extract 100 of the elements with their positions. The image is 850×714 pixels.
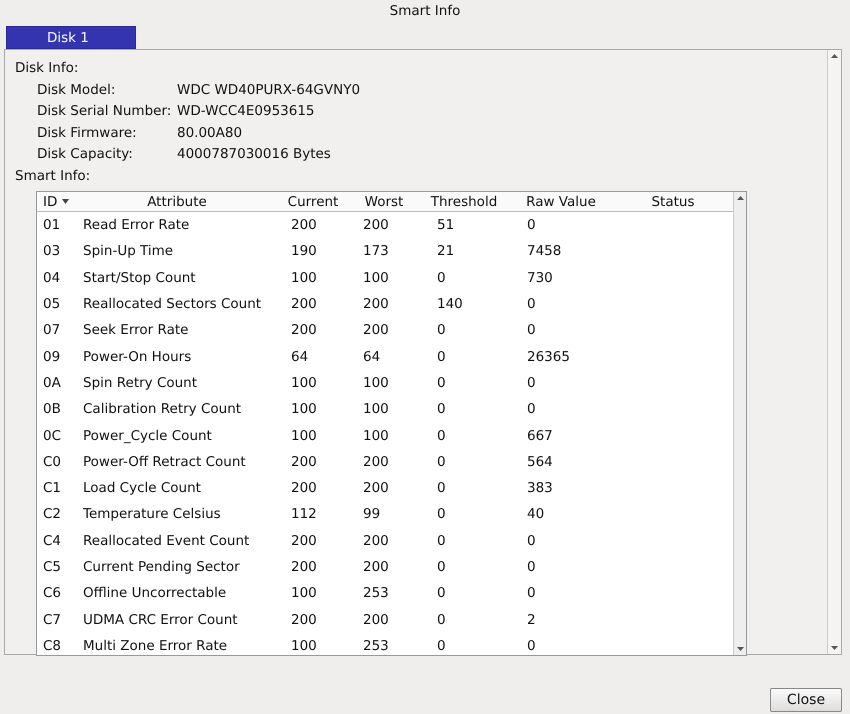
scroll-up-icon[interactable] xyxy=(831,54,838,58)
column-header[interactable]: Threshold xyxy=(419,192,509,211)
section-heading: Disk Info: xyxy=(15,59,80,78)
table-cell-text: 64 xyxy=(290,348,310,365)
field-label: Disk Model: xyxy=(37,80,116,100)
field-value: 80.00A80 xyxy=(177,124,244,142)
table-cell-text: 2 xyxy=(526,612,537,628)
table-cell-text: 200 xyxy=(290,296,318,312)
table-cell-text: Power_Cycle Count xyxy=(82,428,213,444)
column-header[interactable]: Worst xyxy=(349,192,419,211)
table-cell-text: 173 xyxy=(362,243,390,260)
field-label: Disk Firmware: xyxy=(37,124,138,142)
table-cell-text: 0 xyxy=(526,532,537,549)
table-cell-text: 200 xyxy=(290,480,318,496)
table-cell-text: 100 xyxy=(290,270,318,286)
table-cell-text: 112 xyxy=(290,506,318,522)
table-cell-text: 190 xyxy=(290,243,318,260)
table-cell-text: C2 xyxy=(42,506,62,522)
table-cell-text: 0 xyxy=(436,559,447,575)
table-cell-text: 0 xyxy=(436,428,447,444)
table-cell-text: 140 xyxy=(436,296,464,312)
table-cell-text: Calibration Retry Count xyxy=(82,401,242,418)
table-cell-text: 100 xyxy=(362,401,390,418)
column-header[interactable]: ID xyxy=(37,192,77,211)
disk-tab[interactable]: Disk 1 xyxy=(6,26,136,49)
table-cell-text: 0 xyxy=(436,585,447,602)
table-cell-text: C1 xyxy=(42,480,62,496)
table-cell-text: 100 xyxy=(362,270,390,286)
table-cell-text: 04 xyxy=(42,270,62,286)
table-cell-text: 0 xyxy=(526,217,537,234)
table-cell-text: Reallocated Event Count xyxy=(82,532,250,549)
table-cell-text: 200 xyxy=(290,532,318,549)
table-cell-text: 05 xyxy=(42,296,62,312)
table-cell-text: Spin-Up Time xyxy=(82,243,174,260)
table-cell-text: 200 xyxy=(290,217,318,234)
table-cell-text: Multi Zone Error Rate xyxy=(82,638,228,654)
table-cell-text: 200 xyxy=(362,559,390,575)
table-cell-text: 21 xyxy=(436,243,456,260)
table-cell-text: 03 xyxy=(42,243,62,260)
table-cell-text: 0 xyxy=(526,322,537,338)
table-cell-text: C7 xyxy=(42,612,62,628)
table-cell-text: 100 xyxy=(290,374,318,391)
section-heading: Smart Info: xyxy=(15,166,92,186)
table-cell-text: 07 xyxy=(42,322,62,338)
field-value: WDC WD40PURX-64GVNY0 xyxy=(177,80,360,100)
table-cell-text: 667 xyxy=(526,428,554,444)
table-cell-text: 200 xyxy=(290,612,318,628)
table-cell-text: 0 xyxy=(526,296,537,312)
table-cell-text: Seek Error Rate xyxy=(82,322,190,338)
table-cell-text: Start/Stop Count xyxy=(82,270,197,286)
table-cell-text: UDMA CRC Error Count xyxy=(82,612,239,628)
table-cell-text: 0 xyxy=(526,638,537,654)
table-cell-text: 200 xyxy=(362,454,390,470)
field-label: Disk Capacity: xyxy=(37,145,134,164)
table-cell-text: Power-On Hours xyxy=(82,348,192,365)
table-cell-text: 64 xyxy=(362,348,382,365)
table-cell-text: 0B xyxy=(42,401,62,418)
scroll-down-icon[interactable] xyxy=(831,646,838,650)
column-header[interactable]: Current xyxy=(277,192,349,211)
table-cell-text: Load Cycle Count xyxy=(82,480,202,496)
field-label: Disk Serial Number: xyxy=(37,102,172,121)
sort-arrow-icon xyxy=(62,199,70,204)
table-cell-text: 0 xyxy=(526,559,537,575)
table-cell-text: 0 xyxy=(526,401,537,418)
table-cell-text: 0 xyxy=(436,374,447,391)
table-cell-text: 100 xyxy=(290,638,318,654)
column-header[interactable]: Attribute xyxy=(77,192,277,211)
table-cell-text: 200 xyxy=(290,322,318,338)
table-cell-text: Read Error Rate xyxy=(82,217,190,234)
table-cell-text: 200 xyxy=(290,559,318,575)
column-header[interactable]: Status xyxy=(613,192,733,211)
scroll-down-icon[interactable] xyxy=(736,647,744,651)
table-cell-text: 0 xyxy=(436,532,447,549)
table-cell-text: 0 xyxy=(526,374,537,391)
table-cell-text: 51 xyxy=(436,217,456,234)
table-cell-text: Temperature Celsius xyxy=(82,506,222,522)
table-cell-text: 100 xyxy=(290,585,318,602)
table-cell-text: 40 xyxy=(526,506,546,522)
table-cell-text: 200 xyxy=(362,322,390,338)
table-cell-text: 0 xyxy=(436,454,447,470)
field-value: WD-WCC4E0953615 xyxy=(177,102,316,121)
table-cell-text: 01 xyxy=(42,217,62,234)
table-cell-text: 0 xyxy=(436,348,447,365)
scrollbar[interactable] xyxy=(827,50,841,654)
table-cell-text: 100 xyxy=(362,374,390,391)
table-cell-text: 0 xyxy=(436,612,447,628)
table-cell-text: C5 xyxy=(42,559,62,575)
table-cell-text: Current Pending Sector xyxy=(82,559,241,575)
close-button[interactable]: Close xyxy=(770,688,842,712)
column-header[interactable]: Raw Value xyxy=(509,192,613,211)
table-cell-text: 200 xyxy=(362,296,390,312)
table-cell-text: 0 xyxy=(436,401,447,418)
field-value: 4000787030016 Bytes xyxy=(177,145,332,164)
table-cell-text: 100 xyxy=(290,428,318,444)
table-cell-text: 0 xyxy=(436,638,447,654)
table-cell-text: 0 xyxy=(436,506,447,522)
table-cell-text: 200 xyxy=(362,612,390,628)
scroll-up-icon[interactable] xyxy=(736,196,744,200)
table-cell-text: 200 xyxy=(362,532,390,549)
scrollbar[interactable] xyxy=(733,192,746,655)
